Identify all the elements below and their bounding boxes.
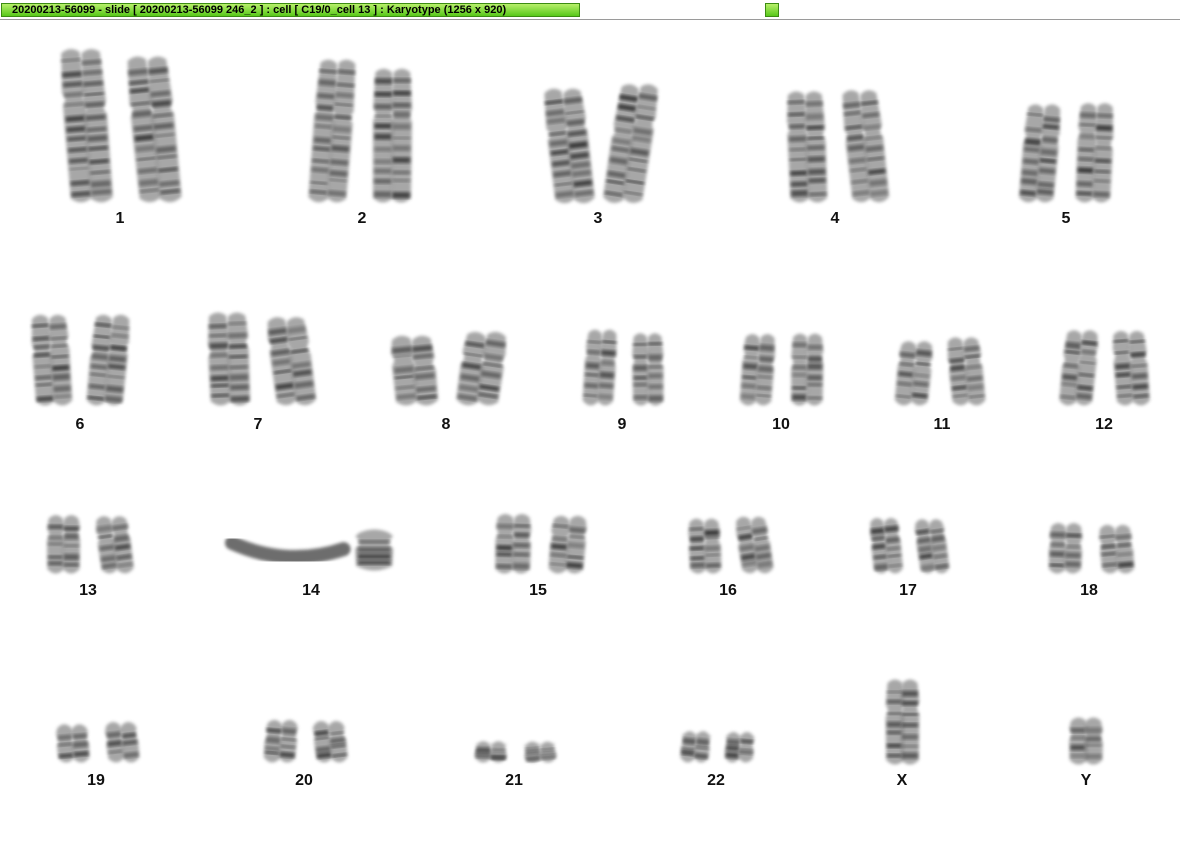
chromosome-label-21: 21 [505,772,523,789]
chromosome-label-19: 19 [87,772,105,789]
chromosome-label-11: 11 [933,416,951,433]
chromosome-image-1 [61,49,182,203]
chromosome-image-18 [1048,523,1135,574]
chromosome-pair-10[interactable] [735,328,830,410]
chromosome-label-17: 17 [899,582,917,599]
chromosome-pair-19[interactable] [50,717,145,767]
chromosome-pair-4[interactable] [780,82,892,207]
chromosome-label-9: 9 [617,416,627,433]
chromosome-label-8: 8 [441,416,451,433]
chromosome-pair-7[interactable] [200,305,320,410]
chromosome-image-10 [739,333,824,406]
chromosome-label-18: 18 [1080,582,1098,599]
chromosome-label-X: X [896,772,908,789]
chromosome-image-16 [688,516,774,574]
chromosome-label-4: 4 [830,210,840,227]
chromosome-pair-18[interactable] [1042,517,1140,578]
chromosome-label-10: 10 [772,416,790,433]
chromosome-label-6: 6 [75,416,85,433]
chromosome-pair-21[interactable] [468,735,563,767]
chromosome-pair-13[interactable] [40,510,138,578]
chromosome-image-21 [474,741,557,763]
chromosome-label-7: 7 [253,416,263,433]
chromosome-image-20 [263,719,348,763]
chromosome-pair-16[interactable] [682,512,777,578]
chromosome-image-15 [495,514,587,574]
chromosome-image-Y [1069,717,1103,765]
chromosome-label-1: 1 [115,210,125,227]
chromosome-image-X [885,679,920,765]
chromosome-pair-14[interactable] [225,515,398,577]
chromosome-label-3: 3 [593,210,603,227]
chromosome-pair-9[interactable] [578,325,670,410]
chromosome-pair-5[interactable] [1015,95,1120,207]
chromosome-label-2: 2 [357,210,367,227]
chromosome-image-6 [31,314,130,406]
chromosome-label-Y: Y [1080,772,1092,789]
window-title: 20200213-56099 - slide [ 20200213-56099 … [1,3,580,17]
chromosome-label-5: 5 [1061,210,1071,227]
chromosome-pair-12[interactable] [1055,322,1155,410]
chromosome-pair-11[interactable] [890,332,990,410]
chromosome-pair-17[interactable] [865,513,953,578]
chromosome-label-20: 20 [295,772,313,789]
chromosome-pair-2[interactable] [305,52,420,207]
chromosome-label-14: 14 [302,582,320,599]
chromosome-pair-15[interactable] [488,508,593,578]
chromosome-image-17 [870,518,950,574]
chromosome-label-13: 13 [79,582,97,599]
chromosome-pair-8[interactable] [383,325,513,410]
karyogram-canvas: 1 2 3 4 5 6 7 8 9 10 11 12 13 14 15 16 17 18 19 20 21 22 X Y [0,20,1180,865]
chromosome-image-13 [46,515,134,574]
chromosome-pair-1[interactable] [55,42,185,207]
chromosome-label-12: 12 [1095,416,1113,433]
chromosome-image-4 [786,90,890,203]
chromosome-image-8 [390,331,506,406]
chromosome-image-9 [582,329,664,406]
chromosome-pair-Y[interactable] [1060,713,1112,767]
chromosome-label-16: 16 [719,582,737,599]
status-indicator [765,3,779,17]
chromosome-image-3 [544,84,658,204]
window-title-bar: 20200213-56099 - slide [ 20200213-56099 … [0,0,1180,20]
chromosome-image-7 [207,312,317,406]
chromosome-pair-3[interactable] [540,78,660,208]
chromosome-image-11 [894,337,986,406]
chromosome-pair-22[interactable] [675,726,760,767]
chromosome-image-14 [225,529,394,571]
chromosome-label-15: 15 [529,582,547,599]
chromosome-pair-X[interactable] [880,675,925,767]
chromosome-image-19 [55,722,140,763]
chromosome-pair-6[interactable] [25,305,135,410]
chromosome-label-22: 22 [707,772,725,789]
chromosome-image-12 [1059,330,1150,406]
chromosome-pair-20[interactable] [258,715,353,767]
chromosome-image-5 [1018,103,1114,203]
chromosome-image-2 [308,59,413,203]
chromosome-image-22 [680,731,755,763]
